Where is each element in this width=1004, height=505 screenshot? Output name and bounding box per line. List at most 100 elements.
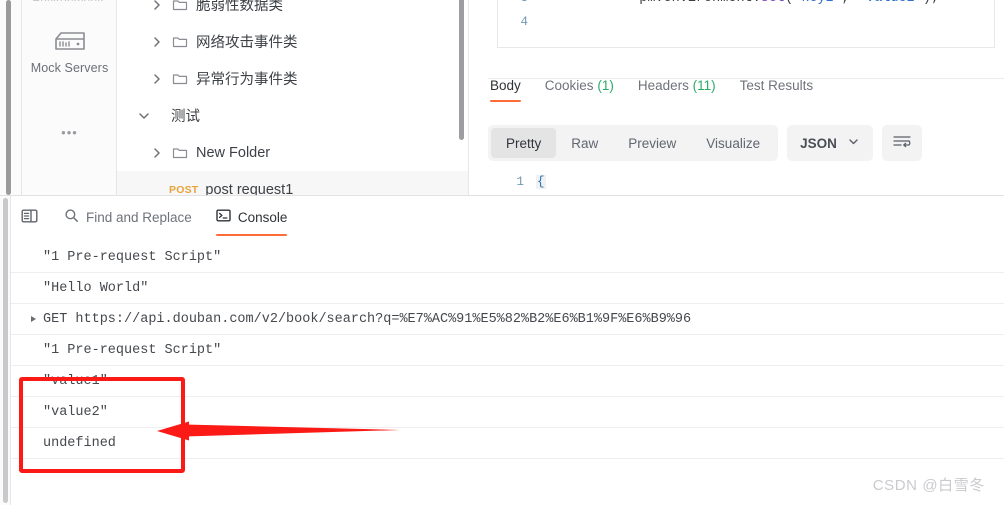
tab-headers[interactable]: Headers (11) [638, 78, 716, 102]
wrap-lines-icon [892, 133, 912, 154]
chevron-down-icon[interactable] [137, 109, 151, 123]
chevron-down-icon [847, 135, 860, 151]
expand-triangle-icon[interactable] [31, 316, 36, 322]
console-toolbar: Find and Replace Console [11, 196, 1004, 242]
response-language-value: JSON [800, 135, 837, 151]
tree-row-label: post request1 [205, 181, 294, 196]
folder-icon [172, 71, 188, 87]
console-tab[interactable]: Console [215, 208, 288, 236]
response-body-text: { [536, 175, 546, 189]
tree-row-collection[interactable]: 测试 [117, 97, 469, 134]
collection-tree: 脆弱性数据类 网络攻击事件类 异常行为事件类 测试 New Folder POS… [117, 0, 469, 195]
console-log-text: "Hello World" [43, 280, 149, 296]
chevron-right-icon[interactable] [150, 146, 164, 160]
code-token: environment [664, 0, 753, 6]
tree-panel-divider [468, 0, 469, 195]
console-log-row[interactable]: "1 Pre-request Script" [11, 335, 1004, 366]
line-number: 4 [520, 15, 528, 29]
tree-row[interactable]: New Folder [117, 134, 469, 171]
tree-row-label: 脆弱性数据类 [196, 0, 283, 14]
collection-tree-rows: 脆弱性数据类 网络攻击事件类 异常行为事件类 测试 New Folder POS… [117, 0, 469, 195]
chevron-right-icon[interactable] [150, 35, 164, 49]
collection-tree-scrollbar[interactable] [459, 0, 464, 140]
format-button-raw[interactable]: Raw [556, 128, 613, 158]
format-button-visualize[interactable]: Visualize [691, 128, 775, 158]
folder-icon [172, 34, 188, 50]
tree-row-label: 测试 [171, 109, 200, 125]
folder-icon [172, 145, 188, 161]
format-button-preview[interactable]: Preview [613, 128, 691, 158]
postman-window: Environments Mock Servers ••• [0, 0, 1004, 505]
code-token: ); [923, 0, 939, 6]
console-log-row[interactable]: "1 Pre-request Script" [11, 242, 1004, 273]
layout-panel-button[interactable] [21, 208, 38, 237]
sidebar-item-environments-label[interactable]: Environments [22, 0, 117, 1]
sidebar-more-button[interactable]: ••• [22, 125, 117, 140]
code-token: pm [639, 0, 655, 6]
tab-cookies[interactable]: Cookies (1) [545, 78, 614, 102]
console-log-text: "value1" [43, 373, 108, 389]
console-log-list: "1 Pre-request Script" "Hello World" GET… [11, 242, 1004, 482]
script-editor[interactable]: 2 3 pm.environment.set("key2", "value2")… [497, 0, 995, 48]
response-language-select[interactable]: JSON [787, 125, 873, 161]
tree-row[interactable]: 网络攻击事件类 [117, 23, 469, 60]
sidebar-item-label: Mock Servers [30, 61, 109, 75]
workspace-left-rail [0, 0, 22, 195]
folder-icon [172, 0, 188, 13]
layout-panel-icon [21, 208, 38, 227]
terminal-icon [216, 208, 231, 226]
tab-count: (1) [597, 78, 614, 93]
tree-row-label: New Folder [196, 144, 271, 161]
tree-row-label: 网络攻击事件类 [196, 35, 298, 51]
tab-label: Body [490, 78, 521, 93]
tab-label: Cookies [544, 78, 594, 93]
console-tab-label: Console [237, 209, 288, 225]
tab-test-results[interactable]: Test Results [740, 78, 814, 102]
code-content: pm.environment.set("key2", "value2"); [542, 0, 939, 21]
mock-server-icon [22, 30, 117, 54]
chevron-right-icon[interactable] [150, 72, 164, 86]
console-log-row[interactable]: undefined [11, 428, 1004, 459]
chevron-right-icon[interactable] [150, 0, 164, 12]
tree-row[interactable]: 脆弱性数据类 [117, 0, 469, 23]
request-method-badge: POST [169, 183, 199, 196]
console-log-text: "value2" [43, 404, 108, 420]
code-token: "key2" [793, 0, 842, 6]
console-log-text: "1 Pre-request Script" [43, 249, 222, 265]
upper-workspace: Environments Mock Servers ••• [0, 0, 1004, 195]
tree-row-label: 异常行为事件类 [196, 72, 298, 88]
console-log-row[interactable]: "value2" [11, 397, 1004, 428]
search-icon [64, 208, 79, 226]
find-and-replace-button[interactable]: Find and Replace [64, 208, 192, 236]
response-tabs: Body Cookies (1) Headers (11) Test Resul… [488, 78, 1004, 112]
response-format-toolbar: Pretty Raw Preview Visualize JSON [488, 122, 1004, 164]
format-segmented-control: Pretty Raw Preview Visualize [488, 125, 779, 161]
console-log-row-request[interactable]: GET https://api.douban.com/v2/book/searc… [11, 304, 1004, 335]
watermark: CSDN @白雪冬 [872, 477, 985, 494]
wrap-lines-button[interactable] [881, 125, 922, 161]
code-token: . [753, 0, 761, 6]
console-log-text: undefined [43, 435, 116, 451]
code-token: ( [785, 0, 793, 6]
sidebar-item-mock-servers[interactable]: Mock Servers [22, 30, 117, 77]
code-token: set [761, 0, 785, 6]
tab-label: Test Results [739, 78, 814, 93]
response-pane: 2 3 pm.environment.set("key2", "value2")… [488, 0, 1004, 195]
console-log-row[interactable]: "Hello World" [11, 273, 1004, 304]
tab-body[interactable]: Body [490, 78, 521, 102]
tree-row[interactable]: 异常行为事件类 [117, 60, 469, 97]
console-log-row[interactable]: "value1" [11, 366, 1004, 397]
code-token: . [655, 0, 663, 6]
format-button-pretty[interactable]: Pretty [491, 128, 557, 158]
code-line: 3 pm.environment.set("key2", "value2"); [498, 0, 994, 10]
tree-row-request[interactable]: POST post request1 [117, 171, 469, 195]
tab-count: (11) [692, 78, 716, 93]
tab-label: Headers [637, 78, 689, 93]
sidebar: Environments Mock Servers ••• [22, 0, 117, 195]
line-number: 1 [516, 175, 524, 189]
code-token: "value2" [858, 0, 923, 6]
ellipsis-icon: ••• [61, 125, 78, 140]
console-left-rail[interactable] [0, 196, 11, 505]
workspace-scrollbar[interactable] [6, 0, 11, 195]
find-and-replace-label: Find and Replace [86, 209, 192, 225]
